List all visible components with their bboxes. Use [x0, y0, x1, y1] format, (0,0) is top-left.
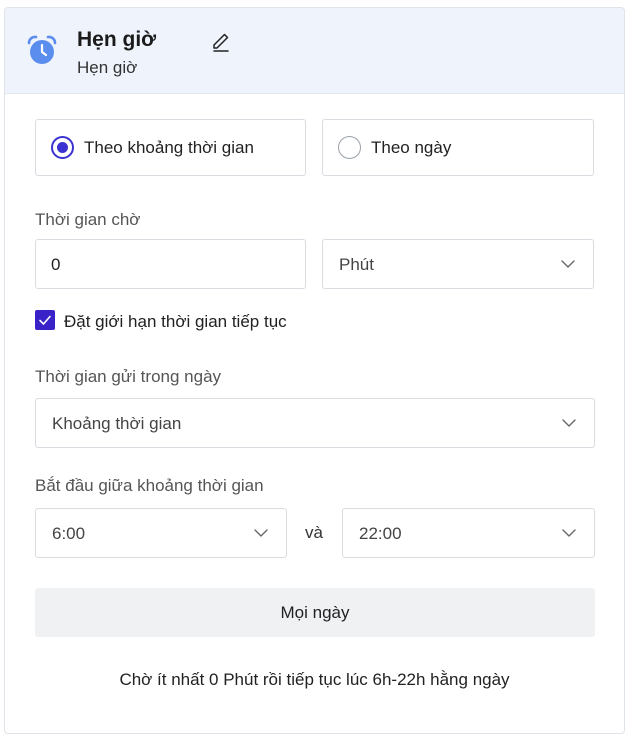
- limit-checkbox-label: Đặt giới hạn thời gian tiếp tục: [64, 312, 287, 331]
- radio-label-by-day: Theo ngày: [371, 138, 452, 157]
- range-and-text: và: [305, 523, 323, 542]
- range-start-value: 6:00: [52, 524, 86, 543]
- radio-button-unchecked[interactable]: [338, 136, 361, 159]
- panel-header: Hẹn giờ Hẹn giờ: [5, 8, 624, 94]
- checkmark-icon: [39, 315, 51, 325]
- radio-label-time-range: Theo khoảng thời gian: [84, 138, 254, 157]
- send-time-value: Khoảng thời gian: [52, 414, 182, 433]
- chevron-down-icon: [254, 529, 268, 537]
- range-start-select[interactable]: 6:00: [35, 508, 287, 558]
- wait-time-label: Thời gian chờ: [35, 210, 141, 229]
- range-label: Bắt đầu giữa khoảng thời gian: [35, 476, 264, 495]
- wait-unit-value: Phút: [339, 255, 374, 274]
- header-title: Hẹn giờ: [77, 28, 157, 51]
- send-time-label: Thời gian gửi trong ngày: [35, 367, 222, 386]
- wait-unit-select[interactable]: Phút: [322, 239, 594, 289]
- radio-option-by-day[interactable]: Theo ngày: [322, 119, 594, 176]
- chevron-down-icon: [562, 529, 576, 537]
- summary-text: Chờ ít nhất 0 Phút rồi tiếp tục lúc 6h-2…: [119, 670, 510, 689]
- wait-time-value: 0: [51, 255, 61, 274]
- send-time-select[interactable]: Khoảng thời gian: [35, 398, 595, 448]
- radio-button-checked[interactable]: [51, 136, 74, 159]
- limit-checkbox[interactable]: [35, 310, 55, 330]
- pencil-icon[interactable]: [210, 30, 232, 52]
- radio-option-time-range[interactable]: Theo khoảng thời gian: [35, 119, 306, 176]
- header-subtitle: Hẹn giờ: [77, 58, 138, 77]
- alarm-clock-icon: [27, 35, 57, 64]
- wait-time-input[interactable]: 0: [35, 239, 306, 289]
- timer-panel: Hẹn giờ Hẹn giờ Theo khoảng thời gian Th…: [4, 7, 625, 734]
- chevron-down-icon: [561, 260, 575, 268]
- range-end-value: 22:00: [359, 524, 402, 543]
- chevron-down-icon: [562, 419, 576, 427]
- range-end-select[interactable]: 22:00: [342, 508, 595, 558]
- every-day-button[interactable]: Mọi ngày: [35, 588, 595, 637]
